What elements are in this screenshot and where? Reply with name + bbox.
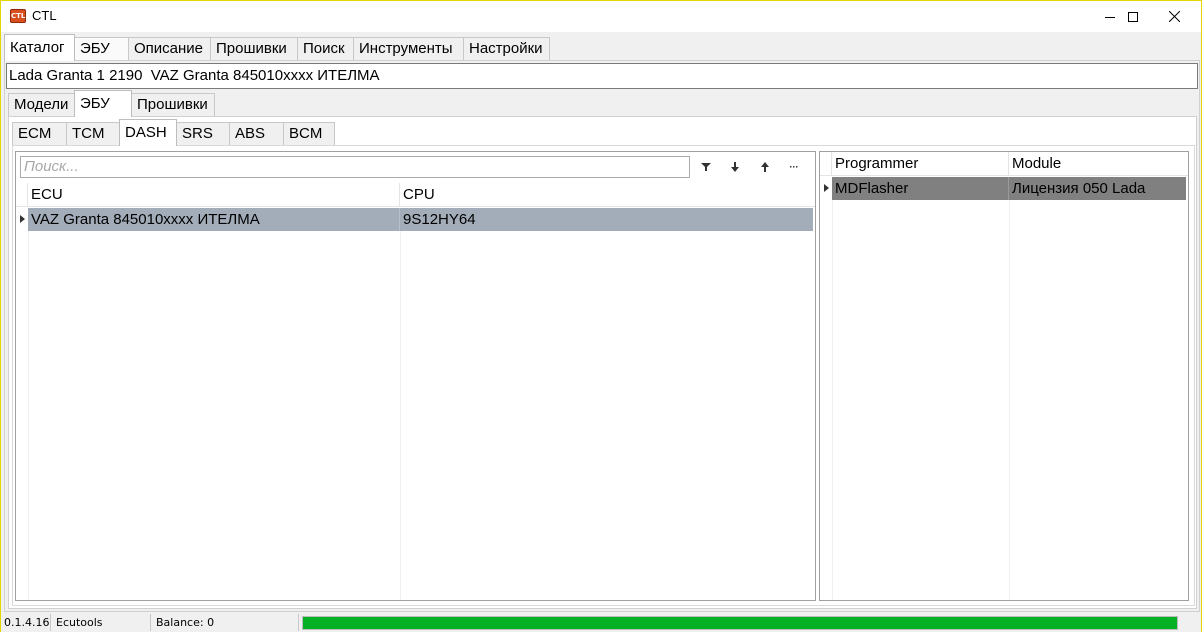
table-row[interactable]: MDFlasher Лицензия 050 Lada — [832, 177, 1186, 200]
grid-line — [400, 208, 401, 600]
tab-settings[interactable]: Настройки — [463, 37, 550, 61]
current-row-marker-icon — [20, 215, 25, 223]
tab-ecu[interactable]: ЭБУ — [74, 37, 129, 61]
grid-line — [1009, 177, 1010, 600]
ctl-app-icon: CTL — [10, 9, 26, 23]
status-bar: 0.1.4.16 Ecutools Balance: 0 — [1, 613, 1201, 632]
tab-sub-firmwares[interactable]: Прошивки — [131, 93, 215, 117]
progress-bar-fill — [303, 617, 1177, 629]
row-indicator-header — [16, 183, 28, 207]
row-indicator-header — [820, 152, 832, 176]
tab-srs[interactable]: SRS — [176, 122, 230, 146]
sort-up-button[interactable] — [755, 158, 775, 176]
sub-tab-strip: Модели ЭБУ Прошивки — [8, 90, 215, 117]
sort-down-icon — [731, 162, 739, 172]
tab-sub-ecu[interactable]: ЭБУ — [74, 90, 132, 117]
cell-ecu: VAZ Granta 845010xxxx ИТЕЛМА — [28, 208, 400, 231]
tab-tools[interactable]: Инструменты — [353, 37, 464, 61]
selected-vehicle-field[interactable]: Lada Granta 1 2190 VAZ Granta 845010xxxx… — [6, 63, 1198, 89]
brand-label: Ecutools — [51, 614, 151, 631]
title-bar: CTL CTL — [1, 1, 1201, 32]
tab-dash[interactable]: DASH — [119, 119, 177, 146]
maximize-button[interactable] — [1110, 1, 1156, 32]
filter-button[interactable] — [696, 158, 716, 176]
column-header-programmer[interactable]: Programmer — [832, 152, 1009, 176]
tab-models[interactable]: Модели — [8, 93, 75, 117]
tab-catalog[interactable]: Каталог — [4, 34, 75, 61]
grid-line — [28, 208, 29, 600]
tab-firmwares[interactable]: Прошивки — [210, 37, 298, 61]
cell-module: Лицензия 050 Lada — [1012, 180, 1146, 197]
cell-programmer: MDFlasher — [832, 177, 1009, 200]
current-row-marker-icon — [824, 184, 829, 192]
column-header-ecu[interactable]: ECU — [28, 183, 400, 207]
tab-search[interactable]: Поиск — [297, 37, 354, 61]
programmer-grid-panel: Programmer Module MDFlasher Лицензия 050… — [819, 151, 1189, 601]
tab-bcm[interactable]: BCM — [283, 122, 335, 146]
version-label: 0.1.4.16 — [1, 614, 51, 631]
close-icon — [1168, 11, 1180, 22]
ecu-type-tab-strip: ECM TCM DASH SRS ABS BCM — [12, 119, 335, 146]
filter-icon — [701, 163, 711, 171]
window-title: CTL — [32, 8, 57, 23]
cell-cpu: 9S12HY64 — [403, 211, 476, 228]
column-header-cpu[interactable]: CPU — [400, 183, 811, 207]
tab-ecm[interactable]: ECM — [12, 122, 67, 146]
table-row[interactable]: VAZ Granta 845010xxxx ИТЕЛМА 9S12HY64 — [28, 208, 813, 231]
ecu-grid-panel: Поиск... ··· ECU CPU VAZ Granta 845010xx… — [15, 151, 816, 601]
programmer-grid-header: Programmer Module — [820, 152, 1188, 176]
tab-abs[interactable]: ABS — [229, 122, 284, 146]
balance-label: Balance: 0 — [151, 614, 299, 631]
tab-tcm[interactable]: TCM — [66, 122, 120, 146]
maximize-icon — [1128, 11, 1138, 22]
tab-description[interactable]: Описание — [128, 37, 211, 61]
ecu-grid-header: ECU CPU — [16, 183, 815, 207]
search-input[interactable]: Поиск... — [20, 156, 690, 178]
sort-up-icon — [761, 162, 769, 172]
grid-line — [832, 177, 833, 600]
progress-bar — [302, 616, 1178, 630]
app-window: CTL CTL Каталог ЭБУ Описание Прошивки По… — [0, 0, 1202, 632]
more-icon[interactable]: ··· — [784, 158, 804, 176]
sort-down-button[interactable] — [725, 158, 745, 176]
column-header-module[interactable]: Module — [1009, 152, 1186, 176]
main-tab-strip: Каталог ЭБУ Описание Прошивки Поиск Инст… — [4, 34, 550, 61]
close-button[interactable] — [1151, 1, 1197, 32]
